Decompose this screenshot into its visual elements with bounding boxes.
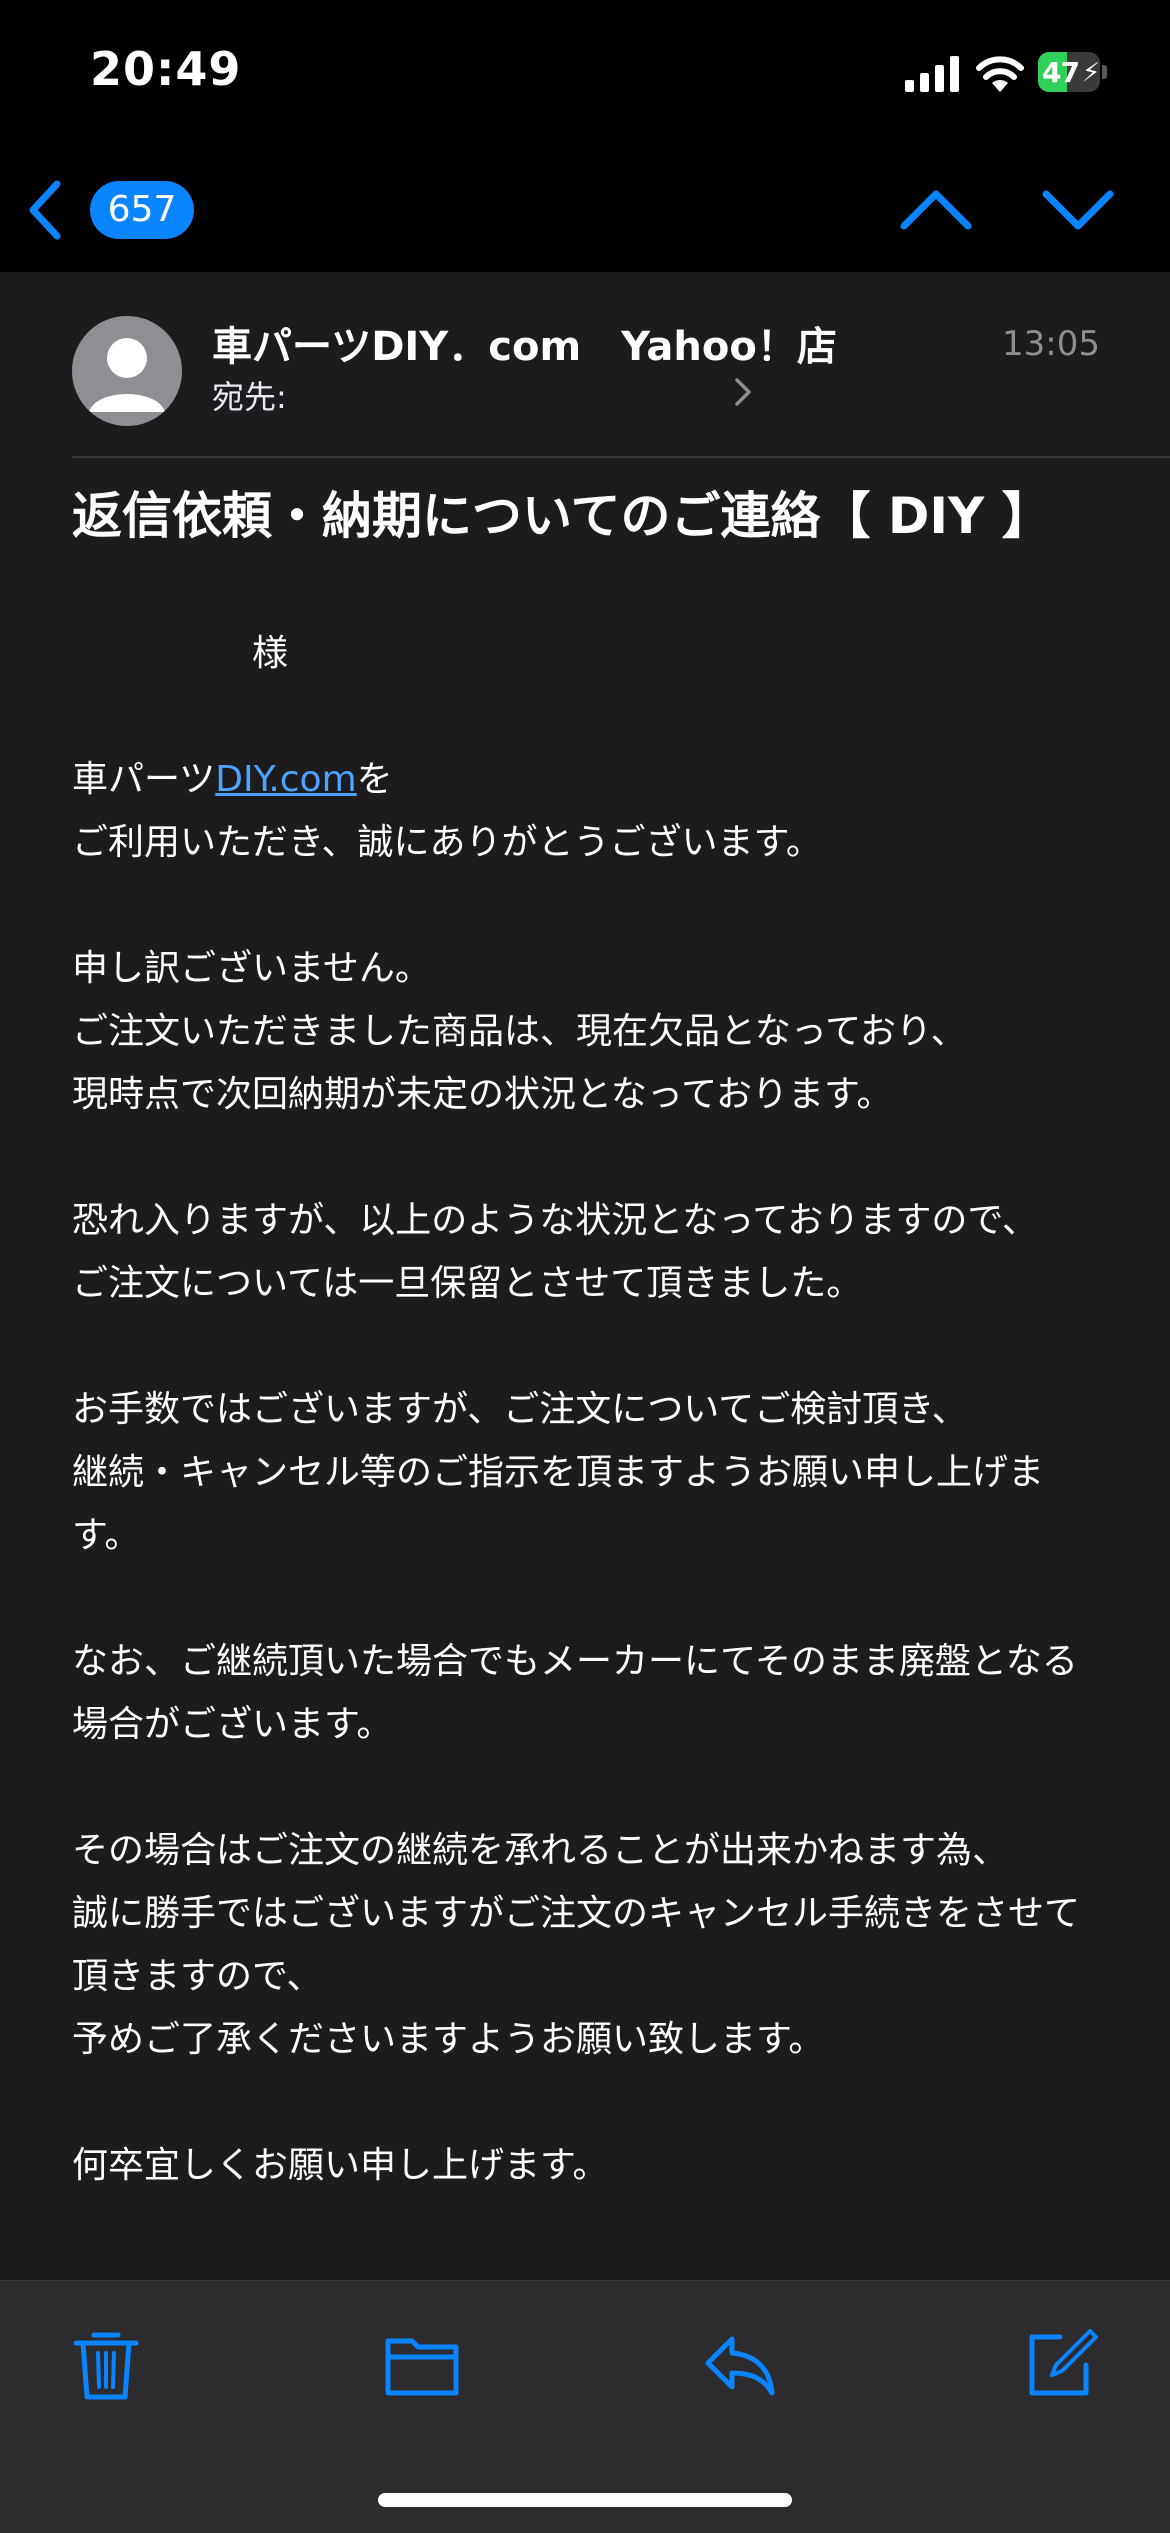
body-line: その場合はご注文の継続を承れることが出来かねます為、 — [72, 1830, 1009, 1871]
unread-count-badge: 657 — [90, 181, 194, 239]
body-line: 申し訳ございません。 — [72, 948, 431, 989]
header-divider — [72, 456, 1170, 458]
body-line: 車パーツDIY.comを — [72, 759, 393, 800]
bottom-toolbar — [0, 2280, 1170, 2533]
folder-icon[interactable] — [382, 2323, 462, 2403]
status-time: 20:49 — [90, 42, 242, 96]
chevron-left-icon — [29, 180, 61, 240]
sender-name[interactable]: 車パーツDIY．com Yahoo！店 — [212, 314, 837, 372]
wifi-icon — [976, 56, 1024, 92]
message-time: 13:05 — [1002, 324, 1100, 364]
recipient-label: 宛先: — [212, 378, 287, 416]
chevron-right-icon[interactable] — [732, 376, 754, 408]
sender-avatar[interactable] — [72, 316, 182, 426]
message-body: 様 車パーツDIY.comを ご利用いただき、誠にありがとうございます。 申し訳… — [72, 622, 1112, 2197]
reply-icon[interactable] — [700, 2323, 780, 2403]
body-line: ご注文については一旦保留とさせて頂きました。 — [72, 1263, 863, 1304]
back-button[interactable]: 657 — [20, 172, 200, 248]
body-line: 何卒宜しくお願い申し上げます。 — [72, 2145, 609, 2186]
previous-message-button[interactable] — [898, 180, 974, 240]
cellular-signal-icon — [905, 56, 959, 92]
body-line: なお、ご継続頂いた場合でもメーカーにてそのまま廃盤となる場合がございます。 — [72, 1641, 1078, 1745]
battery-indicator: 47 ⚡ — [1038, 52, 1108, 92]
home-indicator — [378, 2493, 792, 2507]
body-line: ご利用いただき、誠にありがとうございます。 — [72, 822, 822, 863]
status-bar: 20:49 47 ⚡ — [0, 0, 1170, 150]
body-line: 誠に勝手ではございますがご注文のキャンセル手続きをさせて頂きますので、 — [72, 1893, 1081, 1997]
body-line: ご注文いただきました商品は、現在欠品となっており、 — [72, 1011, 967, 1052]
body-line: 予めご了承くださいますようお願い致します。 — [72, 2019, 825, 2060]
next-message-button[interactable] — [1040, 180, 1116, 240]
store-link[interactable]: DIY.com — [215, 759, 356, 800]
body-line: 現時点で次回納期が未定の状況となっております。 — [72, 1074, 893, 1115]
trash-icon[interactable] — [66, 2323, 146, 2403]
salutation: 様 — [252, 633, 289, 674]
body-line: 恐れ入りますが、以上のような状況となっておりますので、 — [72, 1200, 1038, 1241]
message-view[interactable]: 車パーツDIY．com Yahoo！店 宛先: 13:05 返信依頼・納期につい… — [0, 272, 1170, 2280]
charging-bolt-icon: ⚡ — [1082, 58, 1100, 88]
battery-level: 47 — [1042, 56, 1080, 89]
person-icon — [89, 338, 165, 412]
message-subject: 返信依頼・納期についてのご連絡【 DIY 】 — [72, 487, 1052, 545]
body-line: 継続・キャンセル等のご指示を頂ますようお願い申し上げます。 — [72, 1452, 1045, 1556]
compose-icon[interactable] — [1020, 2323, 1100, 2403]
navigation-bar: 657 — [0, 150, 1170, 272]
body-line: お手数ではございますが、ご注文についてご検討頂き、 — [72, 1389, 968, 1430]
